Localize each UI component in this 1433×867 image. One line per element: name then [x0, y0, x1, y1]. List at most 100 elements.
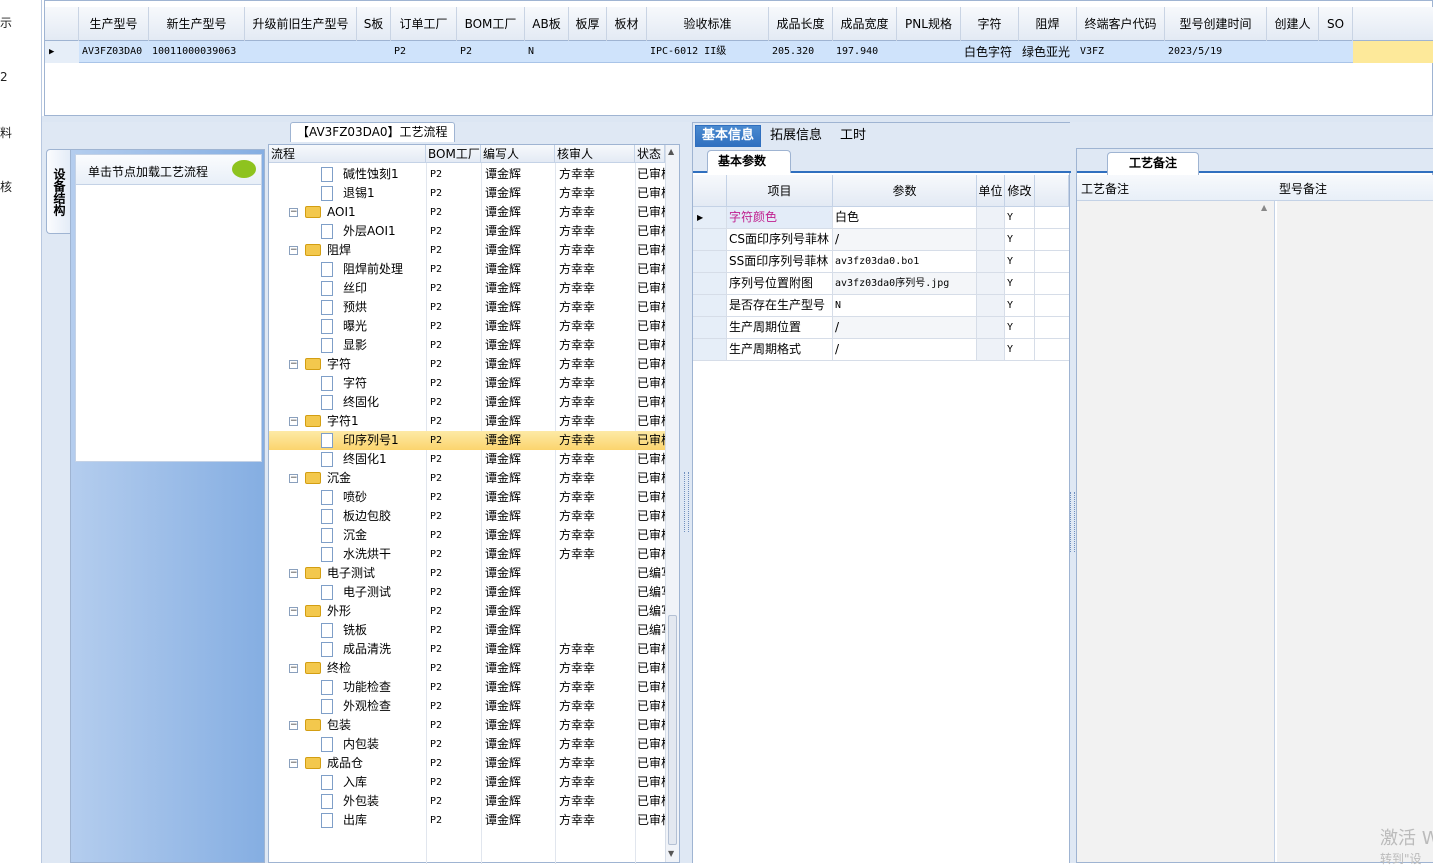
scroll-thumb[interactable]: [668, 615, 677, 845]
tab-process-remarks[interactable]: 工艺备注: [1107, 152, 1199, 175]
col-header[interactable]: 板材: [607, 7, 647, 41]
collapse-icon[interactable]: −: [289, 246, 298, 255]
col-header[interactable]: S板: [357, 7, 391, 41]
col-header[interactable]: AB板: [525, 7, 569, 41]
col-header[interactable]: 核审人: [555, 145, 635, 163]
col-header[interactable]: 板厚: [569, 7, 607, 41]
tree-node[interactable]: − 外形 P2 谭金辉 已编写: [269, 602, 665, 621]
tree-node[interactable]: 水洗烘干 P2 谭金辉 方幸幸 已审核: [269, 545, 665, 564]
col-header[interactable]: 生产型号: [79, 7, 149, 41]
left-nav-item-3[interactable]: 料: [0, 124, 12, 141]
tab-basic-info[interactable]: 基本信息: [695, 125, 762, 147]
col-header[interactable]: 终端客户代码: [1077, 7, 1165, 41]
tree-node[interactable]: 喷砂 P2 谭金辉 方幸幸 已审核: [269, 488, 665, 507]
collapse-icon[interactable]: −: [289, 360, 298, 369]
collapse-icon[interactable]: −: [289, 417, 298, 426]
tree-node[interactable]: 曝光 P2 谭金辉 方幸幸 已审核: [269, 317, 665, 336]
tree-node[interactable]: 铣板 P2 谭金辉 已编写: [269, 621, 665, 640]
tree-node[interactable]: 碱性蚀刻1 P2 谭金辉 方幸幸 已审核: [269, 165, 665, 184]
side-tab-device-structure[interactable]: 设备结构: [46, 149, 70, 234]
param-value[interactable]: av3fz03da0.bo1: [833, 251, 977, 272]
tree-node[interactable]: 电子测试 P2 谭金辉 已编写: [269, 583, 665, 602]
col-header[interactable]: SO: [1319, 7, 1353, 41]
tree-node[interactable]: 字符 P2 谭金辉 方幸幸 已审核: [269, 374, 665, 393]
col-header[interactable]: 编写人: [481, 145, 555, 163]
collapse-icon[interactable]: −: [289, 208, 298, 217]
model-remarks-textarea[interactable]: [1277, 201, 1433, 862]
scroll-up-icon[interactable]: ▲: [1261, 203, 1267, 212]
collapse-icon[interactable]: −: [289, 569, 298, 578]
splitter-handle[interactable]: [1070, 492, 1075, 552]
tree-node[interactable]: 内包装 P2 谭金辉 方幸幸 已审核: [269, 735, 665, 754]
tree-node[interactable]: − 阻焊 P2 谭金辉 方幸幸 已审核: [269, 241, 665, 260]
col-header[interactable]: 项目: [727, 175, 833, 207]
col-header[interactable]: 新生产型号: [149, 7, 245, 41]
col-header[interactable]: 成品长度: [769, 7, 833, 41]
tree-node[interactable]: 终固化1 P2 谭金辉 方幸幸 已审核: [269, 450, 665, 469]
param-row[interactable]: SS面印序列号菲林 av3fz03da0.bo1 Y: [693, 251, 1069, 273]
tree-node[interactable]: − 电子测试 P2 谭金辉 已编写: [269, 564, 665, 583]
collapse-icon[interactable]: −: [289, 721, 298, 730]
collapse-icon[interactable]: −: [289, 607, 298, 616]
col-header[interactable]: 单位: [977, 175, 1005, 207]
tree-node[interactable]: − 终检 P2 谭金辉 方幸幸 已审核: [269, 659, 665, 678]
col-header[interactable]: BOM工厂: [426, 145, 481, 163]
col-header[interactable]: 成品宽度: [833, 7, 897, 41]
col-header[interactable]: 修改: [1005, 175, 1035, 207]
param-row[interactable]: 序列号位置附图 av3fz03da0序列号.jpg Y: [693, 273, 1069, 295]
left-nav-item-1[interactable]: 示: [0, 14, 12, 31]
tree-node[interactable]: 阻焊前处理 P2 谭金辉 方幸幸 已审核: [269, 260, 665, 279]
tree-node[interactable]: − 字符 P2 谭金辉 方幸幸 已审核: [269, 355, 665, 374]
left-nav-item-4[interactable]: 核: [0, 178, 12, 195]
tab-work-hours[interactable]: 工时: [833, 125, 873, 147]
collapse-icon[interactable]: −: [289, 759, 298, 768]
param-value[interactable]: 白色: [833, 207, 977, 228]
scroll-up-icon[interactable]: ▲: [668, 147, 674, 156]
tree-node[interactable]: 显影 P2 谭金辉 方幸幸 已审核: [269, 336, 665, 355]
tree-node[interactable]: 预烘 P2 谭金辉 方幸幸 已审核: [269, 298, 665, 317]
tab-basic-params[interactable]: 基本参数: [707, 150, 791, 173]
tree-scrollbar[interactable]: ▲ ▼: [665, 145, 679, 862]
param-value[interactable]: N: [833, 295, 977, 316]
tree-node[interactable]: − 成品仓 P2 谭金辉 方幸幸 已审核: [269, 754, 665, 773]
col-header[interactable]: 状态: [635, 145, 665, 163]
param-row[interactable]: CS面印序列号菲林 / Y: [693, 229, 1069, 251]
col-header[interactable]: 流程: [269, 145, 426, 163]
col-header[interactable]: 升级前旧生产型号: [245, 7, 357, 41]
param-row[interactable]: 是否存在生产型号 N Y: [693, 295, 1069, 317]
tree-node[interactable]: 成品清洗 P2 谭金辉 方幸幸 已审核: [269, 640, 665, 659]
tree-node[interactable]: 外包装 P2 谭金辉 方幸幸 已审核: [269, 792, 665, 811]
tree-node[interactable]: − AOI1 P2 谭金辉 方幸幸 已审核: [269, 203, 665, 222]
param-value[interactable]: /: [833, 339, 977, 360]
tree-node[interactable]: − 包装 P2 谭金辉 方幸幸 已审核: [269, 716, 665, 735]
tree-node[interactable]: 出库 P2 谭金辉 方幸幸 已审核: [269, 811, 665, 830]
table-row[interactable]: ▶ AV3FZ03DA0 10011000039063 P2 P2 N IPC-…: [45, 41, 1433, 63]
tab-extended-info[interactable]: 拓展信息: [763, 125, 829, 147]
col-header[interactable]: 验收标准: [647, 7, 769, 41]
tree-node[interactable]: 沉金 P2 谭金辉 方幸幸 已审核: [269, 526, 665, 545]
col-header[interactable]: 型号创建时间: [1165, 7, 1267, 41]
col-header[interactable]: 参数: [833, 175, 977, 207]
param-row[interactable]: 生产周期格式 / Y: [693, 339, 1069, 361]
param-row[interactable]: 生产周期位置 / Y: [693, 317, 1069, 339]
param-value[interactable]: /: [833, 317, 977, 338]
param-row[interactable]: ▶ 字符颜色 白色 Y: [693, 207, 1069, 229]
tree-node[interactable]: 功能检查 P2 谭金辉 方幸幸 已审核: [269, 678, 665, 697]
tree-node[interactable]: 外层AOI1 P2 谭金辉 方幸幸 已审核: [269, 222, 665, 241]
side-panel-header[interactable]: 单击节点加载工艺流程: [76, 155, 261, 185]
param-value[interactable]: av3fz03da0序列号.jpg: [833, 273, 977, 294]
tree-node[interactable]: − 沉金 P2 谭金辉 方幸幸 已审核: [269, 469, 665, 488]
tree-node[interactable]: 入库 P2 谭金辉 方幸幸 已审核: [269, 773, 665, 792]
tree-node[interactable]: 终固化 P2 谭金辉 方幸幸 已审核: [269, 393, 665, 412]
col-header[interactable]: 订单工厂: [391, 7, 457, 41]
tree-node[interactable]: 丝印 P2 谭金辉 方幸幸 已审核: [269, 279, 665, 298]
col-header[interactable]: 创建人: [1267, 7, 1319, 41]
col-header[interactable]: BOM工厂: [457, 7, 525, 41]
col-header[interactable]: PNL规格: [897, 7, 961, 41]
tree-node[interactable]: 退锡1 P2 谭金辉 方幸幸 已审核: [269, 184, 665, 203]
process-remarks-textarea[interactable]: ▲: [1077, 201, 1275, 862]
tree-node[interactable]: − 字符1 P2 谭金辉 方幸幸 已审核: [269, 412, 665, 431]
col-header[interactable]: 字符: [961, 7, 1019, 41]
left-nav-item-2[interactable]: 2: [0, 70, 8, 84]
collapse-icon[interactable]: −: [289, 664, 298, 673]
